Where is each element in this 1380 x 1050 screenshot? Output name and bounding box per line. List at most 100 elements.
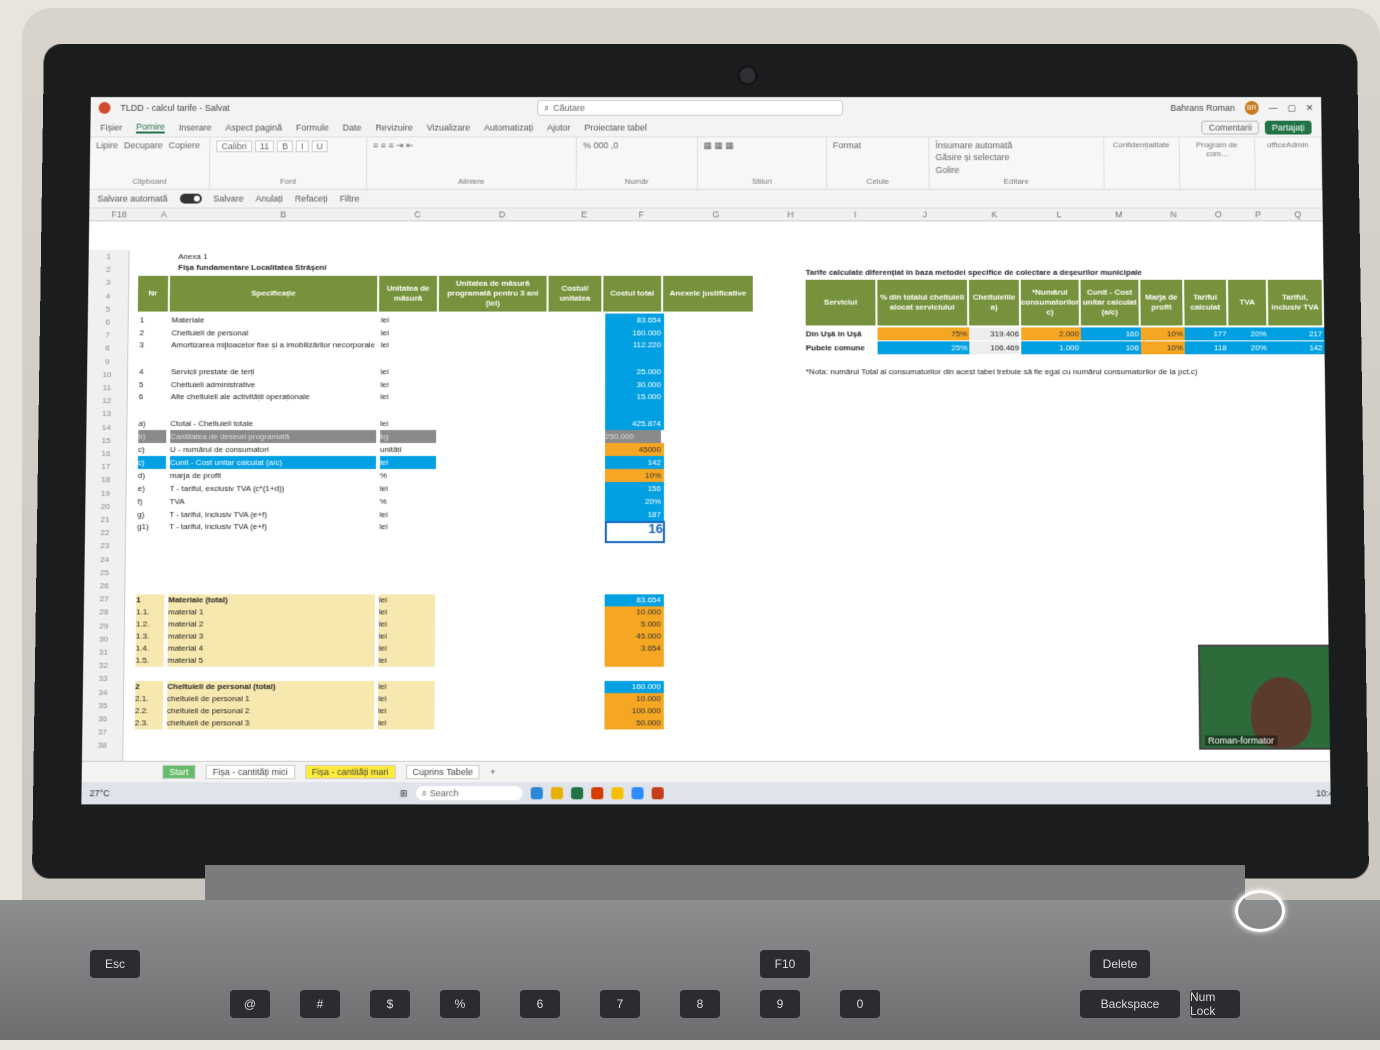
cell-unit[interactable]: lei — [380, 482, 436, 495]
folder-icon[interactable] — [611, 787, 623, 799]
detail-item-name[interactable]: cheltuieli de personal 3 — [167, 717, 374, 729]
cell-nr[interactable]: 5 — [139, 378, 167, 391]
cell-total[interactable]: 250.000 — [605, 430, 661, 443]
restore-icon[interactable]: ▢ — [1287, 102, 1296, 113]
copy-button[interactable]: Copiere — [169, 140, 200, 150]
right-header-cell[interactable]: TVA — [1228, 280, 1266, 326]
styles-icons[interactable]: ▦ ▦ ▦ — [703, 140, 820, 151]
cell-total[interactable]: 425.874 — [605, 417, 664, 430]
cell-unit[interactable]: lei — [381, 339, 437, 365]
cell-total[interactable]: 10% — [605, 469, 664, 482]
detail-item-name[interactable]: material 4 — [168, 643, 375, 655]
right-table-cell[interactable]: 118 — [1185, 341, 1230, 354]
cell-nr[interactable]: 6 — [138, 391, 166, 417]
cell-total[interactable]: 160.000 — [605, 326, 664, 339]
right-header-cell[interactable]: Tariful, inclusiv TVA — [1268, 280, 1322, 326]
right-table-cell[interactable]: 142 — [1269, 341, 1326, 354]
six-key[interactable]: 6 — [520, 990, 560, 1018]
cut-button[interactable]: Decupare — [124, 140, 163, 150]
tab-insert[interactable]: Inserare — [179, 123, 212, 133]
row-number[interactable]: 6 — [88, 318, 128, 327]
row-number[interactable]: 16 — [86, 449, 126, 458]
tab-page-layout[interactable]: Aspect pagină — [225, 123, 282, 133]
detail-item-nr[interactable]: 1.5. — [135, 655, 163, 667]
cell-spec[interactable]: U - numărul de consumatori — [170, 443, 376, 456]
search-box[interactable]: ⌕ Căutare — [537, 100, 843, 116]
detail-item-nr[interactable]: 1.1. — [136, 606, 164, 618]
cell-spec[interactable]: Alte cheltuieli ale activității operațio… — [170, 391, 376, 417]
seven-key[interactable]: 7 — [600, 990, 640, 1018]
cell-ref[interactable]: F18 — [89, 210, 149, 220]
cell-nr[interactable]: e) — [138, 482, 166, 495]
row-number[interactable]: 37 — [82, 728, 122, 737]
cell-total[interactable]: 20% — [605, 495, 664, 508]
row-number[interactable]: 29 — [84, 621, 124, 630]
detail-item-unit[interactable]: lei — [379, 655, 435, 667]
annex-label[interactable]: Anexa 1 — [178, 252, 207, 261]
row-number[interactable]: 17 — [86, 462, 126, 471]
row-number[interactable]: 13 — [87, 409, 127, 418]
cell-nr[interactable]: c) — [138, 456, 166, 469]
detail-item-val[interactable]: 5.000 — [605, 618, 664, 630]
header-unit[interactable]: Unitatea de măsură — [379, 276, 437, 312]
cell-spec[interactable]: T - tariful, inclusiv TVA (e+f) — [169, 508, 375, 521]
detail-item-val[interactable]: 45.000 — [605, 631, 664, 643]
cell-unit[interactable]: lei — [380, 508, 436, 521]
cell-nr[interactable]: g) — [137, 508, 165, 521]
detail-label[interactable]: Materiale (total) — [168, 594, 375, 606]
row-number[interactable]: 32 — [83, 661, 123, 670]
detail-total[interactable]: 83.654 — [605, 594, 664, 606]
cell-nr[interactable]: a) — [138, 417, 166, 430]
detail-item-val[interactable]: 10.000 — [605, 606, 664, 618]
spreadsheet-grid[interactable]: 1 2 3 4 5 6 7 8 9 10 11 12 13 14 15 16 17 18 19 20 21 22 23 24 2… — [82, 250, 1330, 761]
detail-item-nr[interactable]: 1.3. — [136, 631, 164, 643]
cell-unit[interactable]: % — [380, 469, 436, 482]
cell-total[interactable]: 16 — [605, 521, 665, 543]
cell-total[interactable]: 83.654 — [605, 314, 664, 327]
cell-unit[interactable]: % — [380, 495, 436, 508]
tab-table-design[interactable]: Proiectare tabel — [584, 123, 647, 133]
chrome-icon[interactable] — [551, 787, 563, 799]
cell-unit[interactable]: lei — [380, 378, 436, 391]
cell-nr[interactable]: g1) — [137, 521, 165, 539]
detail-item-name[interactable]: cheltuieli de personal 2 — [167, 705, 374, 717]
detail-unit[interactable]: lei — [378, 681, 434, 693]
right-table-cell[interactable]: 2.000 — [1021, 327, 1082, 340]
detail-item-val[interactable]: 50.000 — [604, 717, 663, 729]
cell-total[interactable]: 187 — [605, 508, 664, 521]
cell-unit[interactable]: kg — [380, 430, 436, 443]
cell-spec[interactable]: Cantitatea de deșeuri programată — [170, 430, 376, 443]
cell-total[interactable]: 156 — [605, 482, 664, 495]
right-table-cell[interactable]: 160 — [1081, 327, 1142, 340]
powerpoint-icon[interactable] — [651, 787, 663, 799]
cell-total[interactable]: 15.000 — [605, 391, 664, 417]
row-number[interactable]: 21 — [85, 515, 125, 524]
row-number[interactable]: 25 — [84, 568, 124, 577]
user-area[interactable]: Bahrans Roman BR — ▢ ✕ — [1170, 101, 1313, 115]
cell-unit[interactable]: lei — [381, 365, 437, 378]
right-table-cell[interactable]: 25% — [878, 341, 971, 354]
weather-widget[interactable]: 27°C — [89, 788, 109, 798]
detail-item-val[interactable]: 3.654 — [605, 643, 664, 655]
right-table-cell[interactable]: 106 — [1081, 341, 1142, 354]
row-number[interactable]: 34 — [83, 688, 123, 697]
bold-button[interactable]: B — [277, 140, 293, 152]
paste-button[interactable]: Lipire — [96, 140, 118, 150]
cell-spec[interactable]: Cheltuieli administrative — [171, 378, 377, 391]
row-number[interactable]: 36 — [82, 714, 122, 723]
cell-spec[interactable]: marja de profit — [170, 469, 376, 482]
right-table-cell[interactable]: Pubele comune — [806, 341, 876, 354]
row-number[interactable]: 8 — [87, 344, 127, 353]
right-header-cell[interactable]: % din totalul cheltuieli alocat serviciu… — [877, 280, 967, 326]
detail-item-nr[interactable]: 2.1. — [135, 693, 163, 705]
cell-spec[interactable]: Amortizarea mijloacelor fixe și a imobil… — [171, 339, 377, 365]
right-header-cell[interactable]: Tariful calculat — [1184, 280, 1226, 326]
fill-button[interactable]: Golire — [936, 165, 1097, 175]
cell-nr[interactable]: 2 — [139, 326, 167, 339]
add-sheet-icon[interactable]: + — [490, 767, 495, 777]
right-table-cell[interactable]: 10% — [1141, 327, 1186, 340]
comments-button[interactable]: Comentarii — [1202, 121, 1259, 135]
tab-review[interactable]: Revizuire — [375, 123, 412, 133]
right-table-cell[interactable]: 177 — [1185, 327, 1230, 340]
row-number[interactable]: 4 — [88, 291, 128, 300]
